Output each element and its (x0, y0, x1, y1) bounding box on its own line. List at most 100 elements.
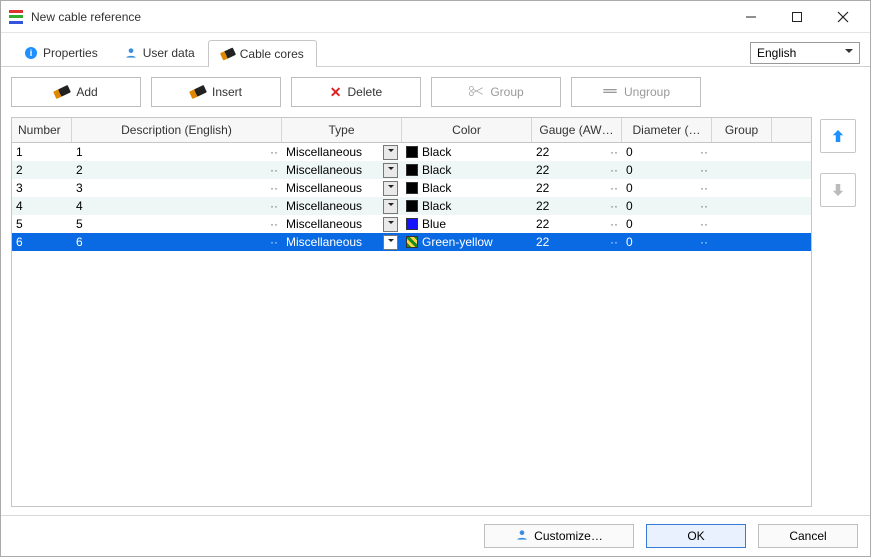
cell-description[interactable]: 4·· (72, 197, 282, 215)
cell-diameter[interactable]: 0·· (622, 215, 712, 233)
cable-icon (189, 85, 207, 99)
cell-diameter[interactable]: 0·· (622, 197, 712, 215)
color-swatch-icon (406, 164, 418, 176)
ungroup-icon (602, 85, 618, 100)
cell-gauge[interactable]: 22·· (532, 215, 622, 233)
cell-diameter[interactable]: 0·· (622, 161, 712, 179)
color-swatch-icon (406, 200, 418, 212)
user-icon (124, 46, 138, 60)
cell-description[interactable]: 2·· (72, 161, 282, 179)
cell-description[interactable]: 6·· (72, 233, 282, 251)
cell-diameter[interactable]: 0·· (622, 233, 712, 251)
button-label: Ungroup (624, 85, 670, 99)
cell-group[interactable] (712, 215, 772, 233)
cell-type[interactable]: Miscellaneous (282, 161, 402, 179)
table-row[interactable]: 33··MiscellaneousBlack22··0·· (12, 179, 811, 197)
col-type[interactable]: Type (282, 118, 402, 142)
cell-group[interactable] (712, 197, 772, 215)
window-title: New cable reference (31, 10, 728, 24)
cell-type[interactable]: Miscellaneous (282, 143, 402, 161)
cell-number: 1 (12, 143, 72, 161)
close-button[interactable] (820, 2, 866, 32)
cable-icon (221, 47, 235, 61)
col-color[interactable]: Color (402, 118, 532, 142)
cell-gauge[interactable]: 22·· (532, 143, 622, 161)
col-group[interactable]: Group (712, 118, 772, 142)
tab-label: Cable cores (240, 47, 304, 61)
cell-gauge[interactable]: 22·· (532, 233, 622, 251)
dropdown-icon[interactable] (383, 145, 398, 160)
cell-number: 2 (12, 161, 72, 179)
dropdown-icon[interactable] (383, 199, 398, 214)
cell-type[interactable]: Miscellaneous (282, 215, 402, 233)
button-label: OK (687, 529, 704, 543)
cell-color[interactable]: Blue (402, 215, 532, 233)
cell-gauge[interactable]: 22·· (532, 197, 622, 215)
tab-row: i Properties User data Cable cores Engli… (1, 33, 870, 67)
cell-description[interactable]: 1·· (72, 143, 282, 161)
ungroup-button[interactable]: Ungroup (571, 77, 701, 107)
cell-group[interactable] (712, 143, 772, 161)
table-row[interactable]: 66··MiscellaneousGreen-yellow22··0·· (12, 233, 811, 251)
col-description[interactable]: Description (English) (72, 118, 282, 142)
cell-description[interactable]: 3·· (72, 179, 282, 197)
col-number[interactable]: Number (12, 118, 72, 142)
cell-number: 4 (12, 197, 72, 215)
cell-description[interactable]: 5·· (72, 215, 282, 233)
move-down-button[interactable] (820, 173, 856, 207)
ok-button[interactable]: OK (646, 524, 746, 548)
cell-color[interactable]: Green-yellow (402, 233, 532, 251)
table-row[interactable]: 11··MiscellaneousBlack22··0·· (12, 143, 811, 161)
group-button[interactable]: Group (431, 77, 561, 107)
language-dropdown[interactable]: English (750, 42, 860, 64)
cell-group[interactable] (712, 179, 772, 197)
cell-type[interactable]: Miscellaneous (282, 233, 402, 251)
tab-label: User data (143, 46, 195, 60)
table-row[interactable]: 22··MiscellaneousBlack22··0·· (12, 161, 811, 179)
cell-gauge[interactable]: 22·· (532, 161, 622, 179)
add-button[interactable]: Add (11, 77, 141, 107)
cancel-button[interactable]: Cancel (758, 524, 858, 548)
cell-group[interactable] (712, 161, 772, 179)
button-label: Add (76, 85, 97, 99)
cell-number: 3 (12, 179, 72, 197)
delete-x-icon: ✕ (330, 84, 342, 101)
tab-user-data[interactable]: User data (111, 39, 208, 66)
cable-icon (53, 85, 71, 99)
cell-color[interactable]: Black (402, 197, 532, 215)
cell-diameter[interactable]: 0·· (622, 179, 712, 197)
color-swatch-icon (406, 146, 418, 158)
customize-button[interactable]: Customize… (484, 524, 634, 548)
cell-color[interactable]: Black (402, 161, 532, 179)
move-up-button[interactable] (820, 119, 856, 153)
cell-diameter[interactable]: 0·· (622, 143, 712, 161)
dropdown-icon[interactable] (383, 181, 398, 196)
cell-type[interactable]: Miscellaneous (282, 179, 402, 197)
table-row[interactable]: 44··MiscellaneousBlack22··0·· (12, 197, 811, 215)
table-header: Number Description (English) Type Color … (12, 118, 811, 143)
dropdown-icon[interactable] (383, 217, 398, 232)
cell-color[interactable]: Black (402, 179, 532, 197)
button-label: Delete (348, 85, 383, 99)
cell-gauge[interactable]: 22·· (532, 179, 622, 197)
table-row[interactable]: 55··MiscellaneousBlue22··0·· (12, 215, 811, 233)
language-value: English (757, 46, 796, 60)
tab-cable-cores[interactable]: Cable cores (208, 40, 317, 67)
button-label: Group (490, 85, 523, 99)
dropdown-icon[interactable] (383, 235, 398, 250)
color-swatch-icon (406, 182, 418, 194)
cell-group[interactable] (712, 233, 772, 251)
titlebar: New cable reference (1, 1, 870, 33)
table-body: 11··MiscellaneousBlack22··0··22··Miscell… (12, 143, 811, 506)
maximize-button[interactable] (774, 2, 820, 32)
button-label: Customize… (534, 529, 603, 543)
col-diameter[interactable]: Diameter (… (622, 118, 712, 142)
delete-button[interactable]: ✕ Delete (291, 77, 421, 107)
col-gauge[interactable]: Gauge (AW… (532, 118, 622, 142)
insert-button[interactable]: Insert (151, 77, 281, 107)
tab-properties[interactable]: i Properties (11, 39, 111, 66)
dropdown-icon[interactable] (383, 163, 398, 178)
cell-type[interactable]: Miscellaneous (282, 197, 402, 215)
cell-color[interactable]: Black (402, 143, 532, 161)
minimize-button[interactable] (728, 2, 774, 32)
